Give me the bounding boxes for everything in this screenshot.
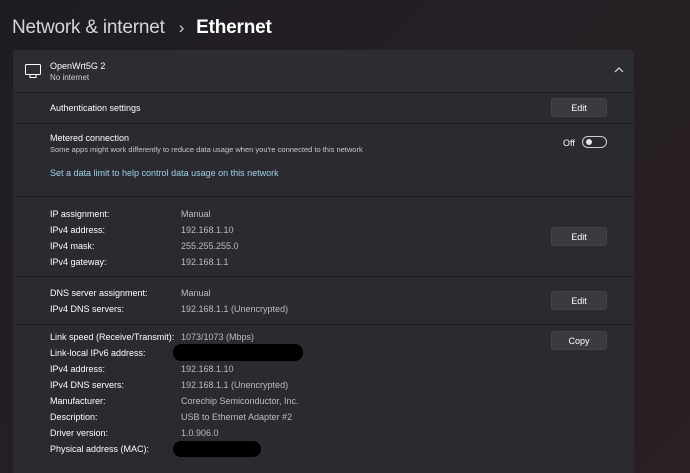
toggle-knob xyxy=(586,139,592,145)
ipv4-mask-label: IPv4 mask: xyxy=(50,241,95,251)
page-title: Ethernet xyxy=(196,17,272,38)
ipv4-dns-servers-value: 192.168.1.1 (Unencrypted) xyxy=(181,304,289,314)
dns-settings-edit-button[interactable]: Edit xyxy=(551,291,607,310)
manufacturer-value: Corechip Semiconductor, Inc. xyxy=(181,396,299,406)
authentication-row: Authentication settings Edit xyxy=(13,93,634,123)
link-local-ipv6-label: Link-local IPv6 address: xyxy=(50,348,146,358)
ipv4-gateway-label: IPv4 gateway: xyxy=(50,257,107,267)
chevron-up-icon[interactable] xyxy=(614,66,624,74)
dns-assignment-label: DNS server assignment: xyxy=(50,288,148,298)
ip-settings-edit-button[interactable]: Edit xyxy=(551,227,607,246)
ipv4-address-value: 192.168.1.10 xyxy=(181,225,234,235)
redaction-mark xyxy=(173,441,261,457)
metered-connection-description: Some apps might work differently to redu… xyxy=(50,145,363,154)
breadcrumb-separator: › xyxy=(178,18,185,37)
ipv4-gateway-value: 192.168.1.1 xyxy=(181,257,229,267)
properties-section: Link speed (Receive/Transmit): 1073/1073… xyxy=(13,325,634,473)
description-label: Description: xyxy=(50,412,98,422)
network-name: OpenWrt5G 2 xyxy=(50,61,106,71)
metered-connection-section: Metered connection Some apps might work … xyxy=(13,124,634,196)
description-value: USB to Ethernet Adapter #2 xyxy=(181,412,293,422)
ip-settings-section: IP assignment: Manual IPv4 address: 192.… xyxy=(13,197,634,276)
manufacturer-label: Manufacturer: xyxy=(50,396,106,406)
link-speed-value: 1073/1073 (Mbps) xyxy=(181,332,255,342)
driver-version-label: Driver version: xyxy=(50,428,109,438)
breadcrumb: Network & internet › Ethernet xyxy=(12,14,272,42)
ethernet-network-icon xyxy=(25,64,41,78)
metered-toggle-state: Off xyxy=(563,138,575,148)
authentication-edit-button[interactable]: Edit xyxy=(551,98,607,117)
copy-properties-button[interactable]: Copy xyxy=(551,331,607,350)
ip-assignment-label: IP assignment: xyxy=(50,209,110,219)
ipv4-dns-servers-value: 192.168.1.1 (Unencrypted) xyxy=(181,380,289,390)
dns-settings-section: DNS server assignment: Manual IPv4 DNS s… xyxy=(13,277,634,324)
metered-connection-label: Metered connection xyxy=(50,133,130,143)
ipv4-address-label: IPv4 address: xyxy=(50,225,106,235)
ip-assignment-value: Manual xyxy=(181,209,211,219)
dns-assignment-value: Manual xyxy=(181,288,211,298)
metered-connection-toggle[interactable] xyxy=(582,136,607,148)
data-limit-link[interactable]: Set a data limit to help control data us… xyxy=(50,168,279,178)
ipv4-dns-servers-label: IPv4 DNS servers: xyxy=(50,304,125,314)
ipv4-address-value: 192.168.1.10 xyxy=(181,364,234,374)
network-status: No internet xyxy=(50,73,90,82)
network-header[interactable]: OpenWrt5G 2 No internet xyxy=(13,50,634,92)
authentication-label: Authentication settings xyxy=(50,103,141,113)
mac-address-label: Physical address (MAC): xyxy=(50,444,150,454)
ipv4-dns-servers-label: IPv4 DNS servers: xyxy=(50,380,125,390)
driver-version-value: 1.0.906.0 xyxy=(181,428,219,438)
ethernet-settings-panel: OpenWrt5G 2 No internet Authentication s… xyxy=(13,50,634,473)
ipv4-address-label: IPv4 address: xyxy=(50,364,106,374)
redaction-mark xyxy=(173,344,303,361)
ipv4-mask-value: 255.255.255.0 xyxy=(181,241,239,251)
breadcrumb-parent-link[interactable]: Network & internet xyxy=(12,17,165,39)
link-speed-label: Link speed (Receive/Transmit): xyxy=(50,332,175,342)
